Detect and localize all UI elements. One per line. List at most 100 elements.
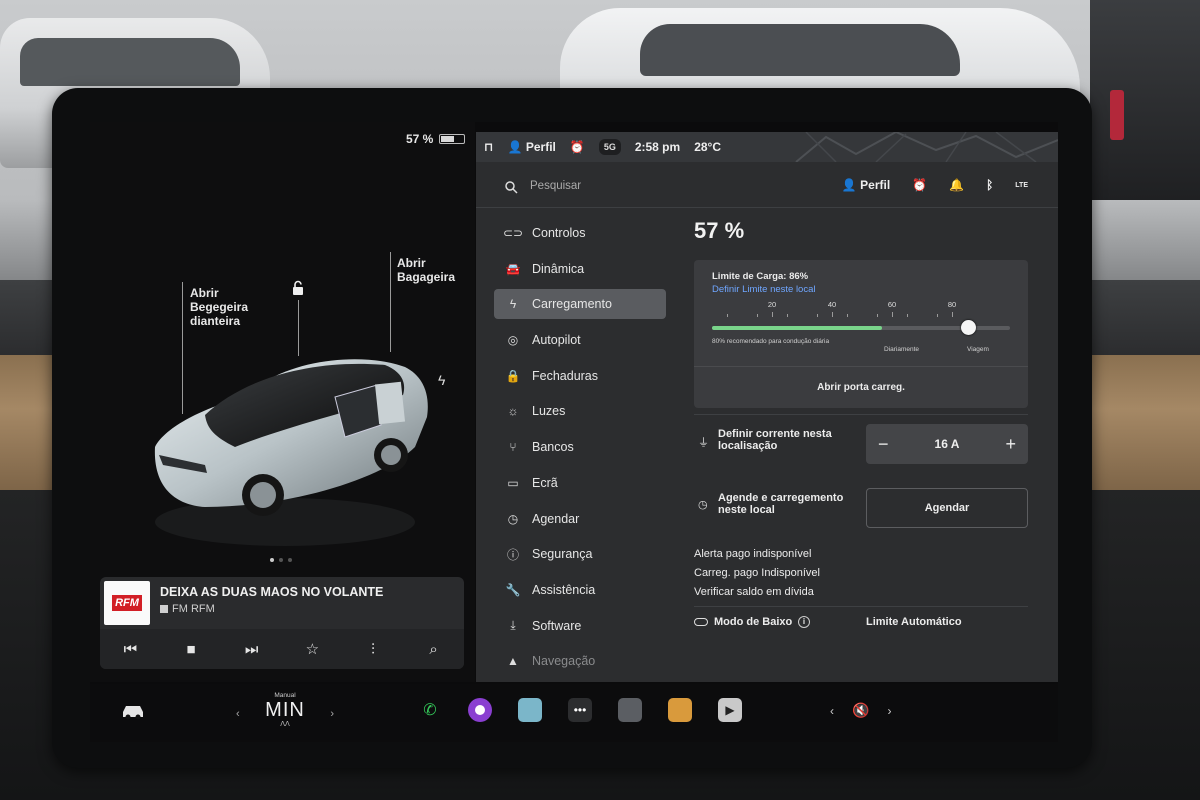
outside-temperature: 28°C [694,140,721,154]
carousel-dot[interactable] [288,558,292,562]
open-charge-port-button[interactable]: Abrir porta carreg. [694,366,1028,408]
alarm-clock-icon[interactable]: ⏰ [912,178,927,192]
profile-status[interactable]: 👤 Perfil [508,140,556,154]
minor-tick-mark [907,314,908,317]
mute-icon[interactable]: 🔇 [852,702,869,719]
calendar-icon[interactable] [518,698,542,722]
sidebar-item-software[interactable]: ⤓ Software [494,611,666,641]
bluetooth-icon[interactable]: ᛒ [986,178,993,192]
top-icons: 👤 Perfil ⏰ 🔔 ᛒ LTE [842,178,1028,192]
settings-search-bar: 👤 Perfil ⏰ 🔔 ᛒ LTE [476,168,1058,208]
bolt-icon: ϟ [509,297,517,312]
charge-current-value: 16 A [934,437,960,451]
charge-level-fill [712,326,882,330]
station-logo: RFM [104,581,150,625]
search-icon[interactable]: ⌕ [419,641,449,658]
decrease-button[interactable]: − [878,434,889,455]
sidebar-item-navegacao[interactable]: ▲ Navegação [494,646,666,676]
low-mode-label: Modo de Baixo [714,616,793,628]
daily-label: Diariamente [884,346,920,353]
background-dark-car [1090,0,1200,200]
download-icon: ⤓ [510,618,516,633]
alert-icon: ⓘ [506,547,519,562]
bottom-dock: ‹ Manual MIN ᐱᐱ › ✆ ••• ▶ ‹ 🔇 › [90,684,1058,742]
background-tail-light [1110,90,1124,140]
next-icon[interactable]: ⏭ [237,641,267,658]
climate-increase-arrow[interactable]: › [330,708,334,720]
sidebar-item-label: Controlos [532,226,586,240]
divider [694,414,1028,415]
search-input[interactable] [530,180,730,192]
climate-value: MIN [265,699,305,721]
car-visualization-panel: 57 % Abrir Begegeira dianteira Abrir Bag… [90,122,475,682]
open-front-trunk-button[interactable]: Abrir Begegeira dianteira [190,286,248,328]
minor-tick-mark [757,314,758,317]
sidebar-item-seguranca[interactable]: ⓘ Segurança [494,539,666,569]
previous-icon[interactable]: ⏮ [115,641,145,658]
carousel-dots [270,558,292,562]
info-line[interactable]: Verificar saldo em dívida [694,583,820,602]
car-icon[interactable] [120,702,146,720]
stop-icon[interactable]: ■ [176,641,206,658]
sidebar-item-luzes[interactable]: ☼ Luzes [494,396,666,426]
battery-percent: 57 % [406,132,434,146]
unlock-icon[interactable] [290,280,306,296]
payment-info: Alerta pago indisponível Carreg. pago In… [694,545,820,602]
carousel-dot[interactable] [270,558,274,562]
bolt-icon[interactable]: ϟ [438,372,445,388]
clock-dollar-icon: ◷ [698,499,708,511]
rear-trunk-label-line1: Abrir [397,256,426,270]
sidebar-item-bancos[interactable]: ⑂ Bancos [494,432,666,462]
set-limit-link[interactable]: Definir Limite neste local [712,284,816,295]
rear-trunk-label-line2: Bagageira [397,270,456,284]
carousel-dot[interactable] [279,558,283,562]
schedule-row: ◷ Agende e carregemento neste local Agen… [694,482,1028,532]
toybox-icon[interactable] [668,698,692,722]
battery-icon [439,134,466,144]
seat-heater-icon[interactable]: ᐱᐱ [230,720,340,728]
settings-menu: ⊂⊃ Controlos 🚘 Dinâmica ϟ Carregamento ◎ Autopi… [494,218,666,682]
favorite-icon[interactable]: ☆ [297,640,327,658]
auto-limit-label: Limite Automático [866,616,962,628]
wrench-icon: 🔧 [505,582,521,597]
volume-down-arrow[interactable]: ‹ [830,704,834,718]
slider-knob[interactable] [961,320,977,335]
charge-limit-slider[interactable] [712,320,1010,335]
sidebar-item-label: Bancos [532,440,574,455]
schedule-button[interactable]: Agendar [866,488,1028,528]
more-apps-icon[interactable]: ••• [568,698,592,722]
sidebar-item-controlos[interactable]: ⊂⊃ Controlos [494,218,666,248]
car-icon: 🚘 [505,261,521,276]
bell-icon[interactable]: 🔔 [949,178,964,192]
sidebar-item-carregamento[interactable]: ϟ Carregamento [494,289,666,320]
tick-label: 20 [767,300,777,309]
profile-button[interactable]: 👤 Perfil [842,178,890,192]
tick-label: 80 [947,300,957,309]
front-trunk-label-line3: dianteira [190,314,241,328]
sidebar-item-autopilot[interactable]: ◎ Autopilot [494,325,666,355]
sidebar-item-ecra[interactable]: ▭ Ecrã [494,468,666,498]
navigation-icon: ▲ [507,654,519,669]
unlock-icon[interactable]: ⊓ [484,140,494,154]
front-trunk-label-line2: Begegeira [190,300,249,314]
toggle-icon[interactable] [694,618,708,626]
toggle-icon: ⊂⊃ [502,226,524,240]
increase-button[interactable]: + [1005,434,1016,455]
sidebar-item-fechaduras[interactable]: 🔒 Fechaduras [494,361,666,391]
theater-icon[interactable]: ▶ [718,698,742,722]
climate-control[interactable]: ‹ Manual MIN ᐱᐱ › [230,692,340,738]
sidebar-item-agendar[interactable]: ◷ Agendar [494,504,666,534]
card-icon[interactable] [618,698,642,722]
climate-decrease-arrow[interactable]: ‹ [236,708,240,720]
sidebar-item-dinamica[interactable]: 🚘 Dinâmica [494,254,666,284]
minor-tick-mark [877,314,878,317]
media-player: RFM DEIXA AS DUAS MAOS NO VOLANTE FM RFM… [100,577,464,669]
volume-up-arrow[interactable]: › [887,704,891,718]
phone-icon[interactable]: ✆ [418,698,442,722]
sidebar-item-assistencia[interactable]: 🔧 Assistência [494,575,666,605]
info-icon[interactable]: i [798,616,810,628]
station-logo-text: RFM [112,595,142,611]
podcast-icon[interactable] [468,698,492,722]
open-rear-trunk-button[interactable]: Abrir Bagageira [397,256,455,284]
equalizer-icon[interactable]: ⫶ [358,641,388,658]
